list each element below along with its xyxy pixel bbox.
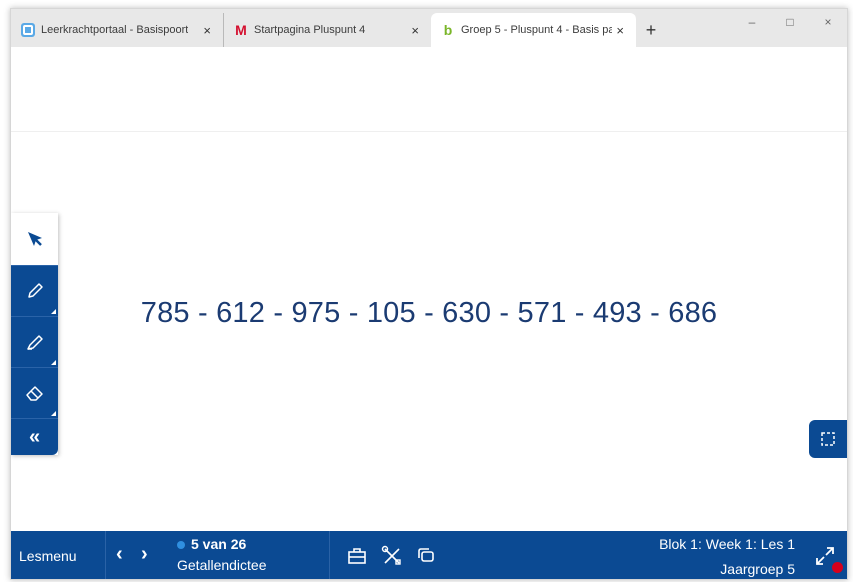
lesson-info: Blok 1: Week 1: Les 1 Jaargroep 5 [659, 536, 795, 577]
previous-page-button[interactable]: ‹ [116, 543, 123, 566]
tab-title: Leerkrachtportaal - Basispoort [41, 24, 189, 36]
divider [329, 531, 330, 579]
submenu-indicator [51, 360, 56, 365]
new-tab-button[interactable]: + [636, 13, 666, 47]
wrench-screwdriver-icon [381, 545, 401, 565]
basispoort-favicon-icon [21, 23, 35, 37]
windows-button[interactable] [415, 545, 437, 567]
eraser-icon [25, 386, 43, 401]
bottom-bar: Lesmenu ‹ › 5 van 26 Getallendictee Blok… [11, 531, 847, 579]
page-indicator: 5 van 26 Getallendictee [177, 536, 267, 573]
next-page-button[interactable]: › [141, 543, 148, 566]
jaargroep-label: Jaargroep 5 [720, 561, 795, 577]
lesson-board[interactable]: 785 - 612 - 975 - 105 - 630 - 571 - 493 … [11, 47, 847, 579]
dictation-numbers: 785 - 612 - 975 - 105 - 630 - 571 - 493 … [140, 297, 718, 329]
tool-palette: « [11, 213, 58, 455]
lesson-info-line: Blok 1: Week 1: Les 1 [659, 536, 795, 552]
highlighter-icon [26, 335, 43, 350]
duplicate-window-icon [418, 548, 434, 562]
groep-favicon-icon: b [443, 22, 453, 38]
tab-groep5-active[interactable]: b Groep 5 - Pluspunt 4 - Basis papi × [431, 13, 636, 47]
page-count: 5 van 26 [191, 536, 247, 552]
lesmenu-button[interactable]: Lesmenu [19, 548, 77, 564]
pointer-icon [27, 232, 42, 246]
close-icon[interactable]: × [612, 23, 628, 38]
selection-rectangle-icon [821, 432, 835, 446]
page-title: Getallendictee [177, 557, 267, 573]
toolbox-button[interactable] [346, 545, 368, 567]
collapse-toolbar-button[interactable]: « [11, 418, 58, 455]
window-close-button[interactable]: × [809, 9, 847, 35]
tab-title: Groep 5 - Pluspunt 4 - Basis papi [461, 24, 613, 36]
divider [105, 531, 106, 579]
tab-title: Startpagina Pluspunt 4 [254, 24, 366, 36]
tab-strip: Leerkrachtportaal - Basispoort × M Start… [11, 9, 847, 47]
pointer-tool-button[interactable] [11, 213, 58, 265]
maximize-button[interactable]: □ [771, 9, 809, 35]
close-icon[interactable]: × [199, 23, 215, 38]
toolbox-icon [348, 548, 366, 564]
selection-tool-button[interactable] [809, 420, 847, 458]
browser-window: Leerkrachtportaal - Basispoort × M Start… [10, 8, 848, 580]
submenu-indicator [51, 309, 56, 314]
tab-pluspunt-start[interactable]: M Startpagina Pluspunt 4 × [223, 13, 431, 47]
pen-tool-button[interactable] [11, 265, 58, 316]
cursor-indicator [832, 562, 843, 573]
minimize-button[interactable]: – [733, 9, 771, 35]
tab-basispoort[interactable]: Leerkrachtportaal - Basispoort × [11, 13, 223, 47]
highlighter-tool-button[interactable] [11, 316, 58, 367]
submenu-indicator [51, 411, 56, 416]
pencil-icon [27, 283, 43, 298]
eraser-tool-button[interactable] [11, 367, 58, 418]
top-band [11, 47, 847, 132]
pluspunt-favicon-icon: M [235, 22, 247, 38]
status-dot [177, 541, 185, 549]
close-icon[interactable]: × [407, 23, 423, 38]
window-controls: – □ × [733, 9, 847, 35]
tools-button[interactable] [381, 545, 403, 567]
